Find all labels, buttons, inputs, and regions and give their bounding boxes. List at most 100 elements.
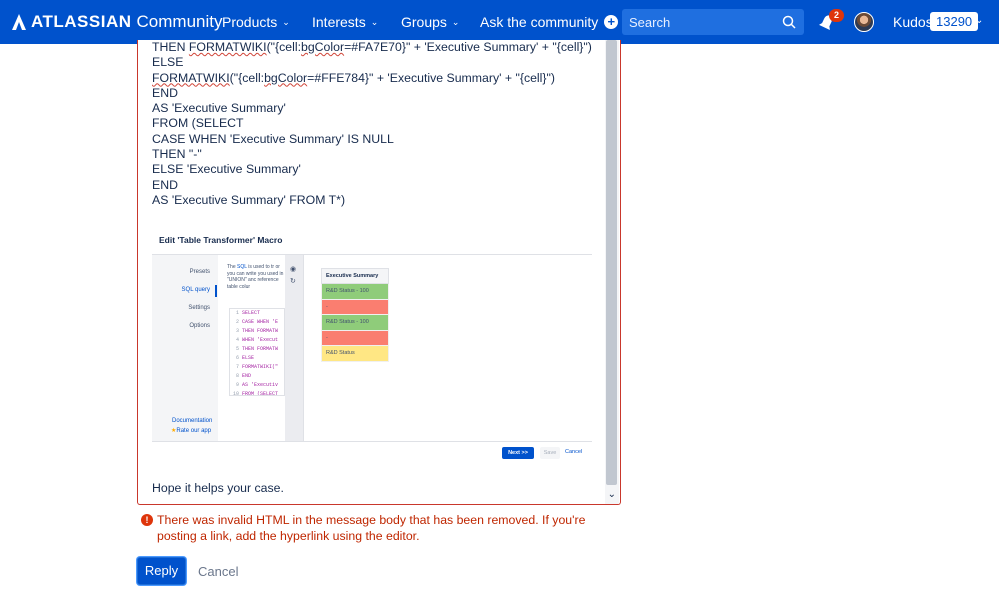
table-cell: -	[321, 329, 389, 346]
chevron-down-icon[interactable]: ⌄	[975, 15, 983, 26]
preview-table-header: Executive Summary	[321, 268, 389, 284]
chevron-down-icon: ⌄	[451, 16, 460, 27]
code-text: END	[242, 373, 252, 379]
editor-line: ELSE 'Executive Summary'	[152, 162, 602, 177]
line-segment: FORMATWIKI	[188, 40, 267, 54]
sql-description: The SQL is used to tr or you can write y…	[227, 264, 285, 294]
nav-groups-label: Groups	[401, 14, 447, 30]
line-number: 6	[235, 355, 239, 361]
scrollbar-thumb[interactable]	[606, 40, 617, 485]
line-number: 4	[235, 337, 239, 343]
code-line: 1 SELECT	[230, 309, 284, 318]
sql-code-box: 1 SELECT 2 CASE WHEN 'E 3 THEN FORMATW 4 WHEN '…	[229, 308, 285, 396]
code-line: 4 WHEN 'Execut	[230, 336, 284, 345]
desc-pre: The	[227, 264, 238, 270]
divider	[152, 254, 592, 255]
editor-line: CASE WHEN 'Executive Summary' IS NULL	[152, 132, 602, 147]
refresh-icon: ↻	[290, 278, 296, 285]
line-segment: FORMATWIKI	[152, 70, 230, 85]
line-segment: ELSE	[152, 55, 184, 70]
line-segment: ("{cell:	[229, 70, 265, 85]
top-nav: ATLASSIAN Community Products ⌄ Interests ⌄…	[0, 0, 999, 44]
code-text: WHEN 'Execut	[242, 337, 279, 343]
kudos-count[interactable]: 13290	[930, 12, 979, 31]
error-message: ! There was invalid HTML in the message …	[141, 513, 611, 544]
line-segment: FROM (SELECT	[152, 116, 244, 131]
error-text: There was invalid HTML in the message bo…	[157, 513, 586, 543]
code-line: 5 THEN FORMATW	[230, 345, 284, 354]
scroll-down-icon[interactable]: ⌄	[608, 489, 616, 500]
macro-title: Edit 'Table Transformer' Macro	[159, 235, 283, 245]
editor-line: END	[152, 86, 602, 101]
sidebar-item-options: Options	[189, 323, 210, 329]
reply-editor[interactable]: THEN FORMATWIKI("{cell:bgColor=#FA7E70}"…	[137, 40, 621, 505]
chevron-down-icon: ⌄	[282, 16, 290, 27]
code-text: THEN FORMATW	[242, 328, 279, 334]
editor-line: FROM (SELECT	[152, 116, 602, 131]
line-segment: END	[152, 85, 178, 100]
sidebar-item-presets: Presets	[189, 269, 210, 275]
line-number: 3	[235, 328, 239, 334]
search-box[interactable]	[622, 9, 804, 35]
table-row: R&D Status	[321, 345, 389, 362]
code-line: 6 ELSE	[230, 354, 284, 363]
code-line: 10 FROM (SELECT	[230, 390, 284, 395]
line-number: 1	[235, 310, 239, 316]
divider	[303, 255, 304, 441]
eye-icon: ◉	[290, 266, 297, 273]
community-name: Community	[136, 12, 223, 31]
sql-link: SQL	[237, 264, 247, 270]
search-icon[interactable]	[782, 15, 796, 29]
nav-groups[interactable]: Groups ⌄	[401, 14, 459, 30]
sidebar-item-sql-query: SQL query	[181, 287, 210, 293]
documentation-link: Documentation	[172, 418, 213, 424]
rate-app-label: Rate our app	[176, 428, 212, 434]
embedded-screenshot: Edit 'Table Transformer' Macro Presets S…	[152, 230, 592, 460]
nav-interests-label: Interests	[312, 14, 366, 30]
editor-line: THEN "-"	[152, 147, 602, 162]
code-text: FORMATWIKI("	[242, 364, 279, 370]
editor-content[interactable]: THEN FORMATWIKI("{cell:bgColor=#FA7E70}"…	[152, 40, 602, 208]
line-number: 7	[235, 364, 239, 370]
line-segment: CASE WHEN 'Executive Summary' IS NULL	[152, 131, 394, 146]
code-text: THEN FORMATW	[242, 346, 279, 352]
macro-sidebar: Presets SQL query Settings Options Docum…	[152, 255, 218, 441]
line-number: 2	[235, 319, 239, 325]
closing-text: Hope it helps your case.	[152, 481, 284, 495]
search-input[interactable]	[622, 9, 772, 35]
nav-interests[interactable]: Interests ⌄	[312, 14, 378, 30]
table-cell: R&D Status - 100	[321, 283, 389, 300]
chevron-down-icon: ⌄	[370, 16, 379, 27]
line-segment: =#FFE784}" + 'Executive Summary' + "{cel…	[307, 70, 555, 85]
reply-button[interactable]: Reply	[137, 557, 186, 585]
table-row: R&D Status - 100	[321, 314, 389, 331]
tool-strip: ◉ ↻	[285, 255, 303, 441]
line-number: 9	[235, 382, 239, 388]
editor-line: END	[152, 178, 602, 193]
editor-line: THEN FORMATWIKI("{cell:bgColor=#FA7E70}"…	[152, 40, 602, 55]
editor-line: AS 'Executive Summary'	[152, 101, 602, 116]
cancel-link: Cancel	[565, 449, 583, 455]
line-segment: AS 'Executive Summary' FROM T*)	[152, 192, 346, 207]
divider	[152, 441, 592, 442]
user-avatar[interactable]	[854, 12, 874, 32]
line-segment: AS 'Executive Summary'	[152, 101, 286, 116]
atlassian-community-logo[interactable]: ATLASSIAN Community	[12, 12, 222, 32]
notification-badge: 2	[829, 9, 844, 22]
nav-products[interactable]: Products ⌄	[222, 14, 290, 30]
table-cell: -	[321, 298, 389, 315]
ask-community-button[interactable]: Ask the community +	[480, 14, 619, 30]
table-row: -	[321, 298, 389, 315]
code-text: ELSE	[242, 355, 255, 361]
brand-name: ATLASSIAN	[31, 12, 132, 31]
editor-line: FORMATWIKI("{cell:bgColor=#FFE784}" + 'E…	[152, 71, 602, 86]
cancel-button[interactable]: Cancel	[198, 564, 238, 579]
line-number: 8	[235, 373, 239, 379]
table-cell: R&D Status - 100	[321, 314, 389, 331]
code-text: CASE WHEN 'E	[242, 319, 279, 325]
preview-table: Executive Summary R&D Status - 100- R&D S…	[321, 268, 389, 362]
kudos-label: Kudos	[893, 14, 933, 30]
sidebar-item-settings: Settings	[188, 305, 210, 311]
line-segment: =#FA7E70}" + 'Executive Summary' + "{cel…	[344, 40, 592, 54]
ask-community-label: Ask the community	[480, 14, 599, 30]
